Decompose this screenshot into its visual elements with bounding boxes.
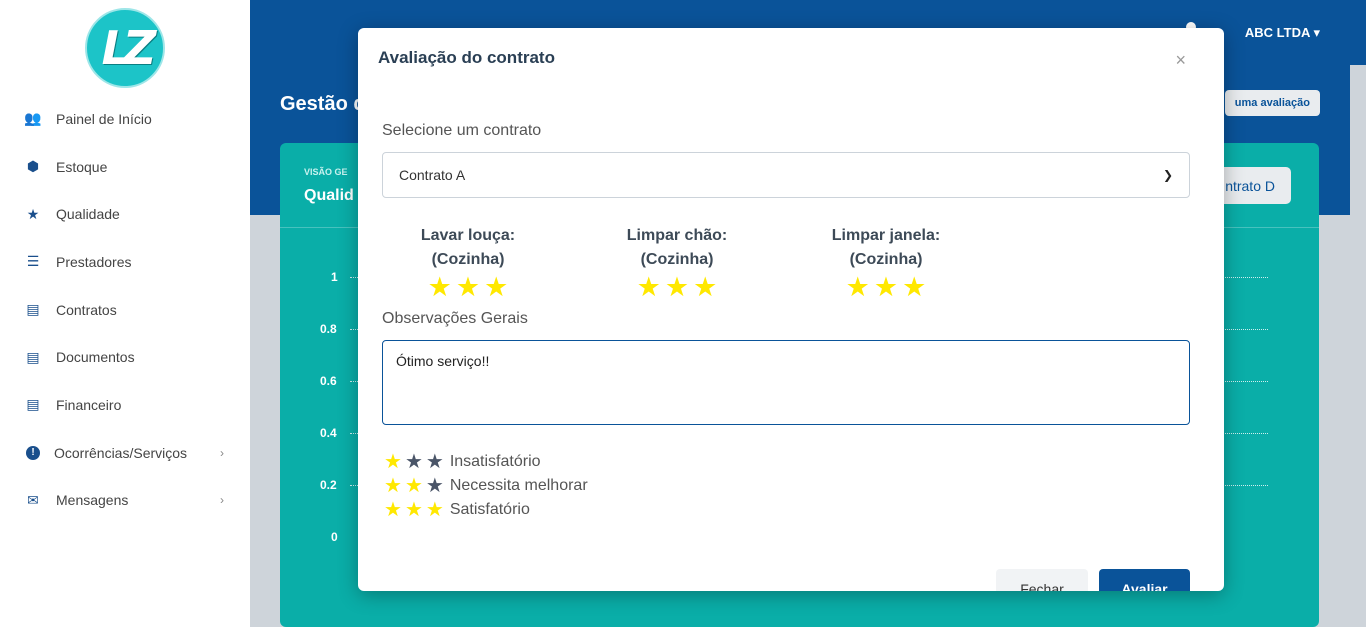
- star-icon: ★: [404, 475, 423, 497]
- task-location: (Cozinha): [849, 251, 923, 268]
- file-contract-icon: ▤: [26, 301, 40, 318]
- task-name: Limpar chão:: [626, 227, 728, 244]
- star-icon: ★: [384, 499, 402, 521]
- company-logo[interactable]: LZ: [85, 8, 165, 88]
- sidebar-item[interactable]: ⬢ Estoque: [0, 143, 250, 191]
- legend-label: Satisfatório: [449, 501, 530, 518]
- star-rating[interactable]: ★ ★ ★: [408, 274, 528, 301]
- task-name: Lavar louça:: [420, 227, 516, 244]
- legend-row: ★ ★ ★ Satisfatório: [384, 498, 588, 522]
- y-tick-label: 0.2: [320, 478, 337, 492]
- star-icon: ★: [26, 205, 40, 222]
- alert-circle-icon: !: [26, 445, 40, 460]
- evaluation-modal: Avaliação do contrato × Selecione um con…: [358, 28, 1224, 591]
- page-title: Gestão d: [280, 93, 366, 115]
- task-rating: Lavar louça: (Cozinha) ★ ★ ★: [408, 224, 528, 301]
- user-menu[interactable]: ABC LTDA ▾: [1245, 25, 1320, 41]
- sidebar-item[interactable]: 👥 Painel de Início: [0, 95, 250, 143]
- close-icon[interactable]: ×: [1175, 50, 1186, 71]
- star-icon[interactable]: ★: [484, 274, 508, 301]
- sidebar-item-label: Qualidade: [56, 206, 120, 223]
- legend-label: Insatisfatório: [449, 453, 541, 470]
- star-icon: ★: [404, 499, 423, 521]
- chevron-right-icon: ›: [220, 493, 224, 508]
- sidebar-nav: 👥 Painel de Início ⬢ Estoque ★ Qualidade ☰ Pres…: [0, 95, 250, 524]
- star-icon[interactable]: ★: [665, 274, 689, 301]
- users-icon: 👥: [24, 110, 42, 127]
- sidebar-item-label: Ocorrências/Serviços: [54, 444, 188, 461]
- star-icon[interactable]: ★: [902, 274, 926, 301]
- sidebar-item-label: Financeiro: [56, 396, 122, 413]
- task-location: (Cozinha): [431, 251, 505, 268]
- sidebar: LZ 👥 Painel de Início ⬢ Estoque ★ Qualidade ☰ P…: [0, 0, 250, 627]
- star-icon: ★: [425, 451, 444, 473]
- sidebar-item-label: Painel de Início: [56, 110, 152, 127]
- chevron-down-icon: ❯: [1162, 168, 1173, 182]
- sidebar-item[interactable]: ▤ Financeiro: [0, 381, 250, 429]
- task-rating: Limpar janela: (Cozinha) ★ ★ ★: [821, 224, 951, 301]
- star-rating[interactable]: ★ ★ ★: [617, 274, 737, 301]
- file-text-icon: ▤: [26, 348, 40, 365]
- y-tick-label: 0: [331, 530, 338, 544]
- task-location: (Cozinha): [640, 251, 714, 268]
- notes-textarea[interactable]: Ótimo serviço!!: [382, 340, 1190, 425]
- sidebar-item-label: Documentos: [56, 349, 135, 366]
- sidebar-item[interactable]: ✉ Mensagens ›: [0, 477, 250, 525]
- sidebar-item-label: Prestadores: [56, 253, 132, 270]
- sidebar-item-label: Estoque: [56, 158, 108, 175]
- star-icon: ★: [425, 499, 444, 521]
- star-icon[interactable]: ★: [846, 274, 870, 301]
- sidebar-item[interactable]: ! Ocorrências/Serviços ›: [0, 429, 250, 477]
- y-tick-label: 0.8: [320, 322, 337, 336]
- star-icon[interactable]: ★: [456, 274, 480, 301]
- close-button[interactable]: Fechar: [996, 569, 1088, 591]
- sidebar-item-label: Contratos: [56, 301, 117, 318]
- y-tick-label: 0.6: [320, 374, 337, 388]
- envelope-icon: ✉: [27, 491, 39, 508]
- card-subtitle: VISÃO GE: [304, 167, 348, 177]
- logo-text: LZ: [101, 21, 157, 75]
- sidebar-item-label: Mensagens: [56, 492, 129, 509]
- star-icon[interactable]: ★: [428, 274, 452, 301]
- box-icon: ⬢: [26, 158, 40, 175]
- star-icon: ★: [425, 475, 444, 497]
- sidebar-item[interactable]: ★ Qualidade: [0, 190, 250, 238]
- star-icon: ★: [404, 451, 423, 473]
- modal-title: Avaliação do contrato: [378, 48, 555, 67]
- task-name: Limpar janela:: [831, 227, 941, 244]
- sidebar-item[interactable]: ☰ Prestadores: [0, 238, 250, 286]
- star-icon[interactable]: ★: [693, 274, 717, 301]
- contract-select-label: Selecione um contrato: [382, 122, 542, 139]
- list-check-icon: ☰: [26, 253, 40, 270]
- star-icon[interactable]: ★: [874, 274, 898, 301]
- card-title: Qualid: [304, 187, 354, 204]
- notes-label: Observações Gerais: [382, 310, 528, 327]
- star-icon: ★: [384, 475, 402, 497]
- evaluate-button[interactable]: Avaliar: [1099, 569, 1190, 591]
- sidebar-item[interactable]: ▤ Documentos: [0, 333, 250, 381]
- chevron-right-icon: ›: [220, 445, 224, 460]
- task-rating: Limpar chão: (Cozinha) ★ ★ ★: [617, 224, 737, 301]
- sidebar-item[interactable]: ▤ Contratos: [0, 286, 250, 334]
- y-tick-label: 1: [331, 270, 338, 284]
- rating-legend: ★ ★ ★ Insatisfatório ★ ★ ★ Necessita melhorar ★ ★…: [384, 450, 588, 522]
- star-rating[interactable]: ★ ★ ★: [821, 274, 951, 301]
- legend-label: Necessita melhorar: [449, 477, 588, 494]
- contract-select[interactable]: Contrato A ❯: [382, 152, 1190, 198]
- file-invoice-dollar-icon: ▤: [26, 396, 40, 413]
- legend-row: ★ ★ ★ Necessita melhorar: [384, 474, 588, 498]
- contract-select-value: Contrato A: [399, 167, 466, 183]
- star-icon: ★: [384, 451, 402, 473]
- star-icon[interactable]: ★: [637, 274, 661, 301]
- y-tick-label: 0.4: [320, 426, 337, 440]
- legend-row: ★ ★ ★ Insatisfatório: [384, 450, 588, 474]
- new-evaluation-button[interactable]: uma avaliação: [1224, 90, 1320, 116]
